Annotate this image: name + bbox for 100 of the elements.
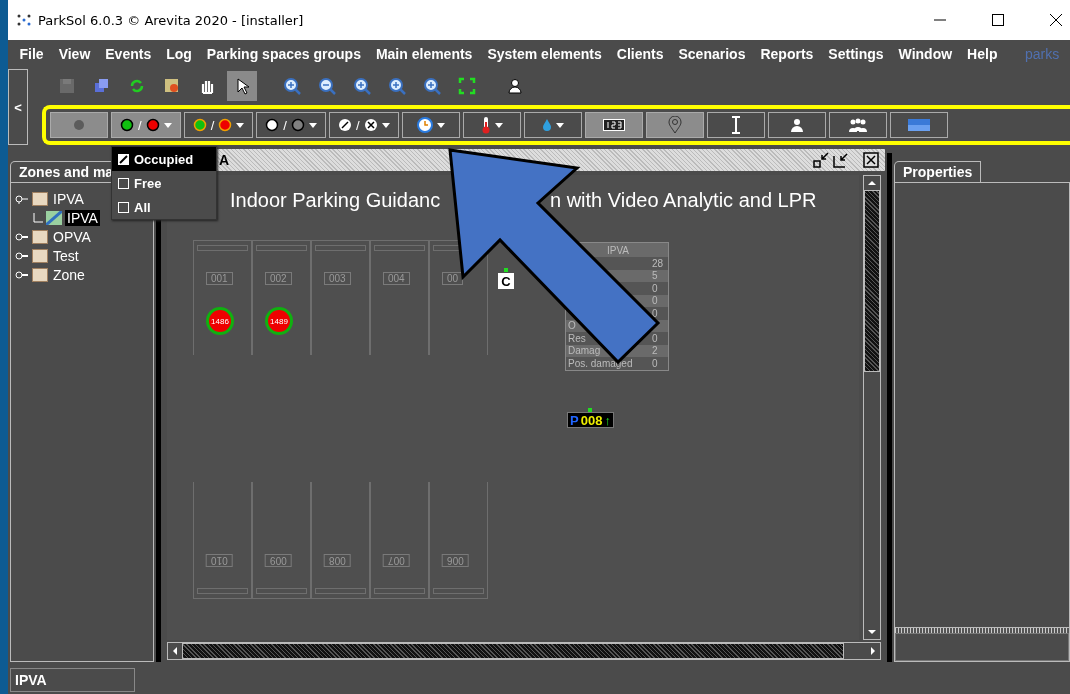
tree-toggle-icon[interactable] <box>15 193 29 204</box>
stats-value: 0 <box>652 295 659 307</box>
space-number: 010 <box>206 554 233 567</box>
cubes-icon <box>93 77 111 95</box>
tree-item[interactable]: Test <box>51 247 81 264</box>
restore-icon[interactable] <box>833 152 849 168</box>
menu-item[interactable]: View <box>51 46 98 62</box>
separator-text: / <box>138 117 142 133</box>
occupancy-ring-filter-button[interactable]: / <box>183 112 254 138</box>
circle-icon <box>290 118 305 132</box>
circle-icon <box>265 118 280 132</box>
menu-item[interactable]: Help <box>959 46 1005 62</box>
height-filter-button[interactable] <box>706 112 765 138</box>
pointer-tool-button[interactable] <box>227 71 257 101</box>
window-title: ParkSol 6.0.3 © Arevita 2020 - [installer] <box>38 12 304 28</box>
light-filter-button[interactable]: / <box>256 112 326 138</box>
scroll-thumb[interactable] <box>182 643 844 659</box>
sensor-marker[interactable]: 1489 <box>265 307 293 335</box>
close-icon[interactable] <box>863 152 879 168</box>
menu-item[interactable]: Settings <box>820 46 892 62</box>
controller-marker[interactable]: C <box>498 273 514 289</box>
tree-toggle-icon[interactable] <box>15 250 29 261</box>
stats-title: IPVA <box>606 244 629 256</box>
stats-label: Damag <box>568 345 602 357</box>
stats-label: Res <box>568 332 587 344</box>
menu-item[interactable]: File <box>12 46 52 62</box>
menu-item[interactable]: Parking spaces groups <box>199 46 369 62</box>
menu-item[interactable]: Scenarios <box>671 46 753 62</box>
stats-value: 28 <box>652 257 665 269</box>
panel-filter-button[interactable] <box>889 112 948 138</box>
circle-icon <box>120 118 134 132</box>
space-number: 003 <box>324 272 351 285</box>
refresh-icon <box>128 77 146 95</box>
maximize-icon[interactable] <box>992 14 1004 26</box>
space-number: 009 <box>265 554 292 567</box>
separator-text: / <box>210 117 215 133</box>
scroll-thumb[interactable] <box>864 190 880 372</box>
fullscreen-icon <box>458 77 476 95</box>
count-display[interactable]: P008↑ <box>567 412 614 428</box>
tree-toggle-icon[interactable] <box>15 269 29 280</box>
horizontal-scrollbar[interactable] <box>167 642 881 660</box>
slash-cross-filter-button[interactable]: / <box>328 112 399 138</box>
tree-item[interactable]: OPVA <box>51 228 93 245</box>
counter-filter-button[interactable] <box>584 112 643 138</box>
menu-option[interactable]: Occupied <box>112 147 216 171</box>
space-number: 002 <box>265 272 292 285</box>
folder-icon <box>32 229 48 244</box>
restore-icon[interactable] <box>813 152 829 168</box>
zoom-in-icon <box>283 77 301 95</box>
logo-text: parks <box>1024 46 1060 62</box>
panel-tab[interactable]: Properties <box>894 161 982 182</box>
tree-item[interactable]: IPVA <box>51 190 86 207</box>
panel-icon <box>907 119 930 131</box>
person-filter-button[interactable] <box>767 112 826 138</box>
display-prefix: P <box>570 412 579 428</box>
drop-filter-button[interactable] <box>523 112 582 138</box>
map-icon <box>46 210 62 225</box>
space-number: 004 <box>383 272 410 285</box>
stats-value: 0 <box>652 332 659 344</box>
stats-value: 5 <box>652 270 659 282</box>
menu-item[interactable]: System elements <box>479 46 610 62</box>
vertical-scrollbar[interactable] <box>863 175 881 640</box>
map-heading: n with Video Analytic and LPR <box>550 189 817 212</box>
menu-option[interactable]: All <box>112 195 216 219</box>
thermometer-icon <box>480 116 491 134</box>
menu-item[interactable]: Reports <box>752 46 821 62</box>
thermometer-filter-button[interactable] <box>462 112 521 138</box>
status-text: IPVA <box>10 668 135 692</box>
space-number: 001 <box>206 272 233 285</box>
display-arrow: ↑ <box>604 412 611 428</box>
zoom-out-icon <box>318 77 336 95</box>
tree-toggle-icon[interactable] <box>15 231 29 242</box>
stats-value: 0 <box>652 357 659 369</box>
sensor-marker[interactable]: 1486 <box>206 307 234 335</box>
cross-circle-icon <box>363 118 378 132</box>
circle-icon <box>218 118 233 132</box>
tree-item[interactable]: Zone <box>51 266 87 283</box>
tree-item[interactable]: IPVA <box>65 209 100 226</box>
menu-item[interactable]: Main elements <box>368 46 480 62</box>
dot-filter-button[interactable] <box>50 112 108 138</box>
menu-item[interactable]: Clients <box>609 46 671 62</box>
drop-icon <box>541 118 552 132</box>
close-icon[interactable] <box>1050 14 1062 26</box>
slash-circle-icon <box>337 118 352 132</box>
space-number: 007 <box>383 554 410 567</box>
menu-item[interactable]: Log <box>158 46 200 62</box>
stats-value: 2 <box>652 345 659 357</box>
map-heading: Indoor Parking Guidanc <box>230 189 441 212</box>
menu-item[interactable]: Events <box>97 46 159 62</box>
zoom-icon <box>388 77 406 95</box>
checkbox-icon[interactable] <box>118 153 129 165</box>
menu-item[interactable]: Window <box>891 46 960 62</box>
zoom-icon <box>353 77 371 95</box>
collapse-button[interactable]: < <box>8 69 28 145</box>
pin-filter-button[interactable] <box>645 112 704 138</box>
folder-icon <box>32 248 48 263</box>
map-icon <box>163 77 181 95</box>
group-filter-button[interactable] <box>828 112 887 138</box>
clock-filter-button[interactable] <box>401 112 460 138</box>
pin-icon <box>667 116 682 134</box>
